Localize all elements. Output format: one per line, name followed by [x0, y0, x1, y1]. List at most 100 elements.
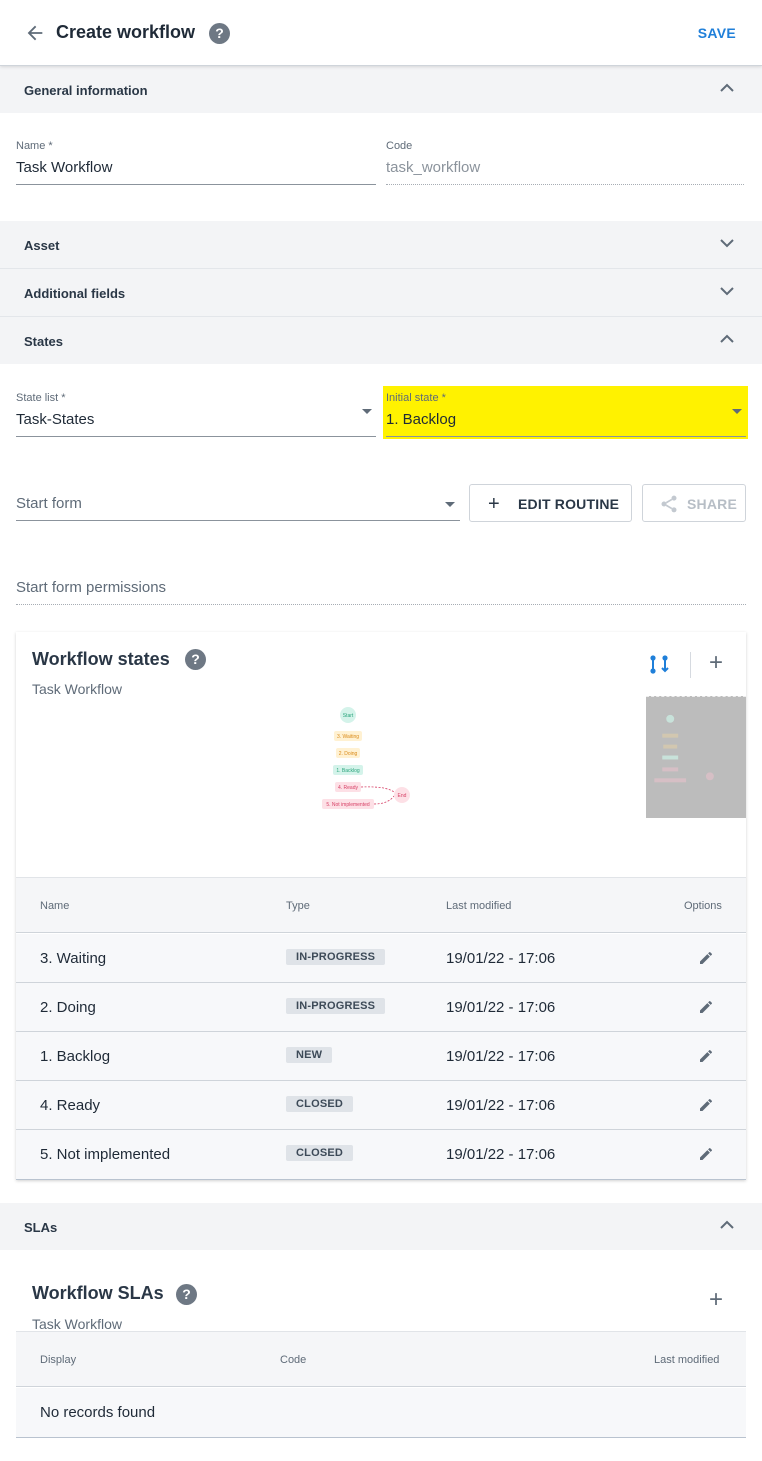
last-modified: 19/01/22 - 17:06 — [446, 1097, 556, 1114]
column-header-last-modified[interactable]: Last modified — [446, 900, 511, 912]
edit-pencil-icon[interactable] — [698, 1097, 714, 1113]
workflow-states-title: Workflow states — [32, 649, 170, 669]
name-field[interactable]: Task Workflow — [16, 159, 112, 176]
slas-table-header: Display Code Last modified — [16, 1331, 746, 1387]
workflow-slas-title: Workflow SLAs — [32, 1283, 164, 1303]
state-type-badge: IN-PROGRESS — [286, 998, 386, 1014]
edit-pencil-icon[interactable] — [698, 1048, 714, 1064]
svg-text:3. Waiting: 3. Waiting — [337, 734, 359, 740]
permissions-underline — [16, 604, 746, 605]
section-label: Additional fields — [24, 286, 126, 301]
last-modified: 19/01/22 - 17:06 — [446, 1048, 556, 1065]
state-type-badge: IN-PROGRESS — [286, 949, 386, 965]
table-row[interactable]: 5. Not implemented CLOSED 19/01/22 - 17:… — [16, 1130, 746, 1179]
section-asset[interactable]: Asset — [0, 221, 762, 268]
section-label: General information — [24, 83, 148, 98]
states-table-header: Name Type Last modified Options — [16, 877, 746, 933]
code-field: task_workflow — [386, 159, 481, 176]
svg-text:4. Ready: 4. Ready — [338, 785, 359, 791]
state-list-underline — [16, 436, 376, 437]
initial-state-label: Initial state * — [386, 392, 446, 404]
code-field-label: Code — [386, 140, 413, 152]
diagram-node[interactable]: 1. Backlog — [333, 765, 363, 775]
dropdown-caret-icon[interactable] — [732, 409, 742, 414]
section-general-information[interactable]: General information — [0, 66, 762, 113]
edit-routine-label: EDIT ROUTINE — [518, 496, 620, 512]
workflow-states-subtitle: Task Workflow — [32, 681, 122, 697]
column-header-last-modified[interactable]: Last modified — [654, 1354, 719, 1366]
dropdown-caret-icon[interactable] — [445, 502, 455, 507]
help-icon[interactable]: ? — [209, 23, 230, 44]
share-button[interactable]: SHARE — [642, 484, 746, 522]
name-field-label: Name * — [16, 140, 53, 152]
state-list-label: State list * — [16, 392, 66, 404]
svg-text:End: End — [398, 793, 407, 799]
table-row[interactable]: 3. Waiting IN-PROGRESS 19/01/22 - 17:06 — [16, 934, 746, 983]
edit-routine-button[interactable]: + EDIT ROUTINE — [469, 484, 632, 522]
svg-text:1. Backlog: 1. Backlog — [336, 768, 360, 774]
help-icon[interactable]: ? — [185, 649, 206, 670]
state-type-badge: CLOSED — [286, 1145, 354, 1161]
chevron-up-icon — [720, 334, 734, 343]
svg-text:Start: Start — [343, 713, 354, 719]
help-icon[interactable]: ? — [176, 1284, 197, 1305]
chevron-down-icon — [720, 239, 734, 248]
toolbar-divider — [690, 652, 691, 678]
chevron-down-icon — [720, 287, 734, 296]
column-header-display[interactable]: Display — [40, 1354, 76, 1366]
svg-text:5. Not implemented: 5. Not implemented — [326, 802, 370, 808]
column-header-code[interactable]: Code — [280, 1354, 306, 1366]
svg-text:2. Doing: 2. Doing — [339, 751, 358, 757]
section-label: SLAs — [24, 1220, 58, 1235]
section-states[interactable]: States — [0, 317, 762, 364]
save-button[interactable]: SAVE — [698, 25, 736, 41]
last-modified: 19/01/22 - 17:06 — [446, 999, 556, 1016]
plus-icon: + — [488, 493, 500, 515]
diagram-node-end[interactable]: End — [394, 787, 410, 803]
state-type-badge: NEW — [286, 1047, 333, 1063]
edit-pencil-icon[interactable] — [698, 950, 714, 966]
column-header-name[interactable]: Name — [40, 900, 69, 912]
name-field-underline — [16, 184, 376, 185]
workflow-diagram[interactable]: Start 3. Waiting 2. Doing 1. Backlog 4. … — [16, 696, 746, 876]
column-header-type[interactable]: Type — [286, 900, 310, 912]
share-label: SHARE — [687, 496, 738, 512]
state-name: 3. Waiting — [40, 950, 107, 967]
diagram-minimap[interactable] — [646, 696, 746, 818]
edit-pencil-icon[interactable] — [698, 1146, 714, 1162]
chevron-up-icon — [720, 1220, 734, 1229]
state-list-select[interactable]: Task-States — [16, 411, 94, 428]
share-icon — [661, 495, 677, 513]
add-sla-icon[interactable]: + — [709, 1286, 723, 1314]
section-slas[interactable]: SLAs — [0, 1203, 762, 1250]
state-name: 2. Doing — [40, 999, 96, 1016]
section-label: States — [24, 334, 64, 349]
column-header-options: Options — [684, 900, 722, 912]
top-bar: Create workflow ? SAVE — [0, 0, 762, 66]
diagram-node[interactable]: 3. Waiting — [334, 731, 362, 741]
section-additional-fields[interactable]: Additional fields — [0, 269, 762, 316]
workflow-slas-card: Workflow SLAs ? Task Workflow + Display … — [16, 1266, 746, 1438]
code-field-underline — [386, 184, 744, 185]
state-name: 5. Not implemented — [40, 1146, 171, 1163]
diagram-node-start[interactable]: Start — [340, 707, 356, 723]
diagram-node[interactable]: 2. Doing — [336, 748, 360, 758]
start-form-select[interactable]: Start form — [16, 495, 82, 512]
empty-text: No records found — [40, 1404, 156, 1421]
dropdown-caret-icon[interactable] — [362, 409, 372, 414]
workflow-slas-subtitle: Task Workflow — [32, 1316, 122, 1332]
diagram-node[interactable]: 4. Ready — [335, 782, 361, 792]
chevron-up-icon — [720, 83, 734, 92]
table-row[interactable]: 4. Ready CLOSED 19/01/22 - 17:06 — [16, 1081, 746, 1130]
initial-state-select[interactable]: 1. Backlog — [386, 411, 456, 428]
initial-state-underline — [386, 436, 746, 437]
start-form-permissions-field[interactable]: Start form permissions — [16, 579, 166, 596]
layout-icon[interactable] — [649, 654, 669, 676]
workflow-states-card: Workflow states ? Task Workflow + Start … — [16, 632, 746, 1180]
table-row[interactable]: 2. Doing IN-PROGRESS 19/01/22 - 17:06 — [16, 983, 746, 1032]
back-arrow-icon[interactable] — [24, 22, 46, 44]
add-state-icon[interactable]: + — [709, 649, 723, 677]
table-row[interactable]: 1. Backlog NEW 19/01/22 - 17:06 — [16, 1032, 746, 1081]
edit-pencil-icon[interactable] — [698, 999, 714, 1015]
diagram-node[interactable]: 5. Not implemented — [322, 799, 374, 809]
